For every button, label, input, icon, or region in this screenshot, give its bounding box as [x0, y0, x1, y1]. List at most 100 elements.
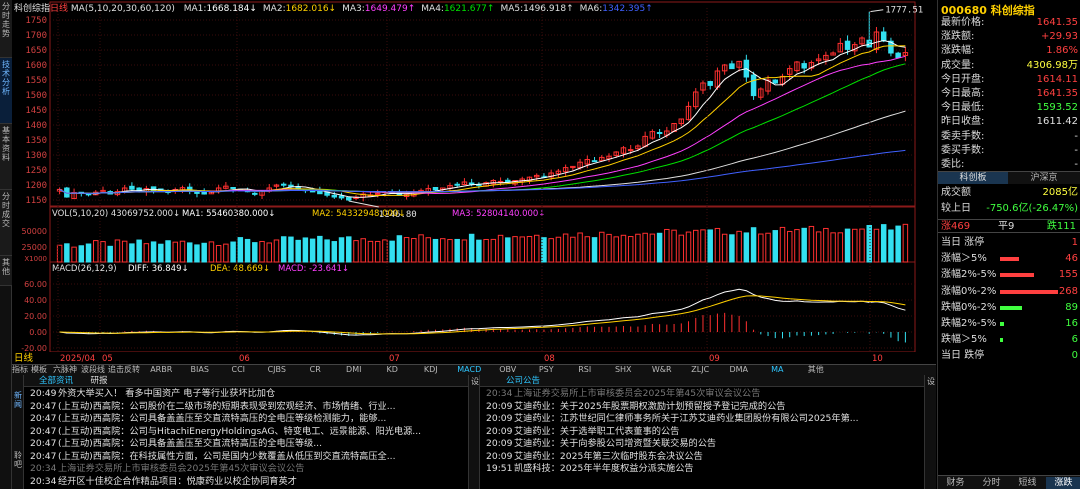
indicator-tab[interactable]: RSI [566, 365, 605, 375]
volume-bar [562, 233, 569, 263]
candle-body [129, 185, 135, 190]
news-item[interactable]: 20:49 外资大举买入！ 看多中国资产 电子等行业获坏比加仓 [30, 388, 466, 400]
dist-row: 当日 跌停 0 [938, 349, 1080, 363]
news-right-tabs: 公司公告 [480, 375, 924, 387]
date-axis-period[interactable]: 日线 [14, 352, 34, 364]
side-tab-other[interactable]: 其他 [0, 256, 12, 286]
volume-bar [512, 236, 518, 263]
news-item[interactable]: 20:47 (上互动)西高院：公司具备盖盖压至交直流特高压的全电压等级检测能力，能… [30, 413, 466, 425]
indicator-tab[interactable]: 波段线 [80, 365, 106, 375]
side-tab-forum[interactable]: 聆吧 [12, 451, 24, 469]
indicator-tab[interactable]: KD [373, 365, 412, 375]
indicator-tab[interactable]: ARBR [142, 365, 181, 375]
panel-bottom-tab[interactable]: 分时 [974, 477, 1009, 489]
quote-value: +29.93 [1040, 31, 1078, 43]
tab-shsz[interactable]: 沪深京 [1009, 172, 1079, 184]
news-item[interactable]: 20:09 艾迪药业：江苏世纪同仁律师事务所关于江苏艾迪药业集团股份有限公司202… [486, 413, 922, 425]
indicator-tab[interactable]: DMI [335, 365, 374, 375]
side-tab-news[interactable]: 新闻 [12, 391, 24, 409]
volume-bar [497, 234, 504, 263]
news-item[interactable]: 20:47 (上互动)西高院：公司与HitachiEnergyHoldingsAG… [30, 426, 466, 438]
tab-research[interactable]: 研报 [84, 375, 114, 387]
dist-bar [1000, 305, 1023, 310]
indicator-tab[interactable]: MACD [450, 365, 489, 375]
indicator-tab[interactable]: CJBS [258, 365, 297, 375]
news-item[interactable]: 20:09 艾迪药业：关于2025年股票期权激励计划预留授予登记完成的公告 [486, 401, 922, 413]
tab-all-news[interactable]: 全部资讯 [32, 375, 80, 387]
volume-bar [895, 225, 901, 263]
quote-row: 昨日收盘: 1611.42 [938, 115, 1080, 129]
news-item[interactable]: 20:34 上海证券交易所上市审核委员会2025年第45次审议会议公告 [30, 463, 466, 475]
side-tab-label: 新闻 [14, 391, 22, 409]
indicator-tab[interactable]: PSY [527, 365, 566, 375]
volume-bar [353, 240, 359, 263]
news-item[interactable]: 20:34 上海证券交易所上市审核委员会2025年第45次审议会议公告 [486, 388, 922, 400]
ma-legend-item: MA2:1682.016↓ [263, 4, 336, 14]
ma-line [59, 63, 906, 194]
indicator-tab[interactable]: OBV [489, 365, 528, 375]
volume-bar [729, 234, 735, 263]
panel-bottom-tab[interactable]: 短线 [1010, 477, 1045, 489]
news-item[interactable]: 20:09 艾迪药业：关于向参股公司增资暨关联交易的公告 [486, 438, 922, 450]
side-tab-timeshare[interactable]: 分时走势 [0, 0, 12, 58]
side-tab-technical[interactable]: 技术分析 [0, 58, 12, 124]
panel-bottom-tab[interactable]: 财务 [938, 477, 973, 489]
indicator-tab[interactable]: CR [296, 365, 335, 375]
tab-company-announce[interactable]: 公司公告 [498, 375, 548, 387]
news-left-settings[interactable]: 设 [468, 375, 480, 489]
volume-bar [230, 241, 236, 263]
chart-area[interactable]: 1750 1700 1650 1600 1550 1500 1450 1400 1350 1300… [12, 0, 936, 364]
indicator-tab[interactable]: W&R [643, 365, 682, 375]
volume-bar [367, 240, 374, 263]
news-right-settings[interactable]: 设 [924, 375, 936, 489]
news-title: (上互动)西高院：公司与HitachiEnergyHoldingsAG、特变电工… [58, 425, 422, 437]
updown-summary: 涨469 平9 跌111 [938, 219, 1080, 233]
indicator-tab[interactable]: CCI [219, 365, 258, 375]
indicator-tab[interactable]: DMA [720, 365, 759, 375]
indicator-tab[interactable]: MA [758, 365, 797, 375]
turnover-label: 成交额 [941, 187, 971, 198]
quote-label: 昨日收盘: [941, 116, 985, 128]
quote-value: - [1074, 144, 1078, 156]
indicator-tab[interactable]: 其他 [797, 365, 836, 375]
indicator-tab-bar: 指标模板六脉神剑波段线追击反转ARBRBIASCCICJBSCRDMIKDKDJ… [12, 364, 936, 384]
news-time: 20:34 [30, 463, 57, 474]
ma-label: MA3: [342, 4, 365, 14]
news-item[interactable]: 20:47 (上互动)西高院：公司具备盖盖压至交直流特高压的全电压等级... [30, 438, 466, 450]
indicator-tab[interactable]: 追击反转 [106, 365, 142, 375]
news-time: 20:47 [30, 425, 57, 437]
news-time: 20:09 [486, 425, 513, 437]
indicator-tab[interactable]: 指标 [12, 365, 28, 375]
indicator-tab[interactable]: ZLJC [681, 365, 720, 375]
news-time: 20:34 [486, 388, 513, 399]
ma-value: 1621.677↑ [443, 4, 495, 14]
indicator-tab[interactable]: 模板 [28, 365, 50, 375]
quote-label: 今日开盘: [941, 73, 985, 85]
side-tab-fundamental[interactable]: 基本资料 [0, 124, 12, 190]
dist-label: 当日 涨停 [941, 237, 985, 248]
side-tab-trades[interactable]: 分时成交 [0, 190, 12, 256]
news-item[interactable]: 20:34 经开区十佳校企合作精品项目：悦康药业以校企协同育英才 [30, 476, 466, 488]
quote-row: 委卖手数: - [938, 130, 1080, 144]
news-item[interactable]: 20:09 艾迪药业：2025年第三次临时股东会决议公告 [486, 451, 922, 463]
news-item[interactable]: 20:47 (上互动)西高院：公司股价在二级市场的短期表现受到宏观经济、市场情绪、… [30, 401, 466, 413]
indicator-tab[interactable]: SHX [604, 365, 643, 375]
panel-bottom-tab[interactable]: 涨跌 [1046, 477, 1080, 489]
kline-chart[interactable]: 1750 1700 1650 1600 1550 1500 1450 1400 1350 1300… [12, 0, 936, 364]
candle-body [656, 132, 663, 135]
settings-label: 设 [927, 377, 935, 386]
news-item[interactable]: 19:51 凯盛科技：2025年半年度权益分派实施公告 [486, 463, 922, 475]
indicator-tab[interactable]: KDJ [412, 365, 451, 375]
indicator-tab[interactable]: BIAS [181, 365, 220, 375]
news-item[interactable]: 20:47 (上互动)西高院：在科技属性方面，公司是国内少数覆盖从低压到交直流特高… [30, 451, 466, 463]
tab-star-market[interactable]: 科创板 [938, 172, 1008, 184]
volume-bar [418, 234, 424, 263]
indicator-tab[interactable]: 六脉神剑 [50, 365, 80, 384]
news-title: 艾迪药业：江苏世纪同仁律师事务所关于江苏艾迪药业集团股份有限公司2025年第..… [514, 413, 859, 424]
dist-value: 89 [1065, 301, 1078, 313]
dist-row: 跌幅＞5% 6 [938, 333, 1080, 347]
price-tick-label: 1750 [25, 16, 47, 26]
volume-bar [880, 224, 887, 263]
dist-label: 涨幅2%-5% [941, 269, 997, 281]
news-item[interactable]: 20:09 艾迪药业：关于选举职工代表董事的公告 [486, 426, 922, 438]
